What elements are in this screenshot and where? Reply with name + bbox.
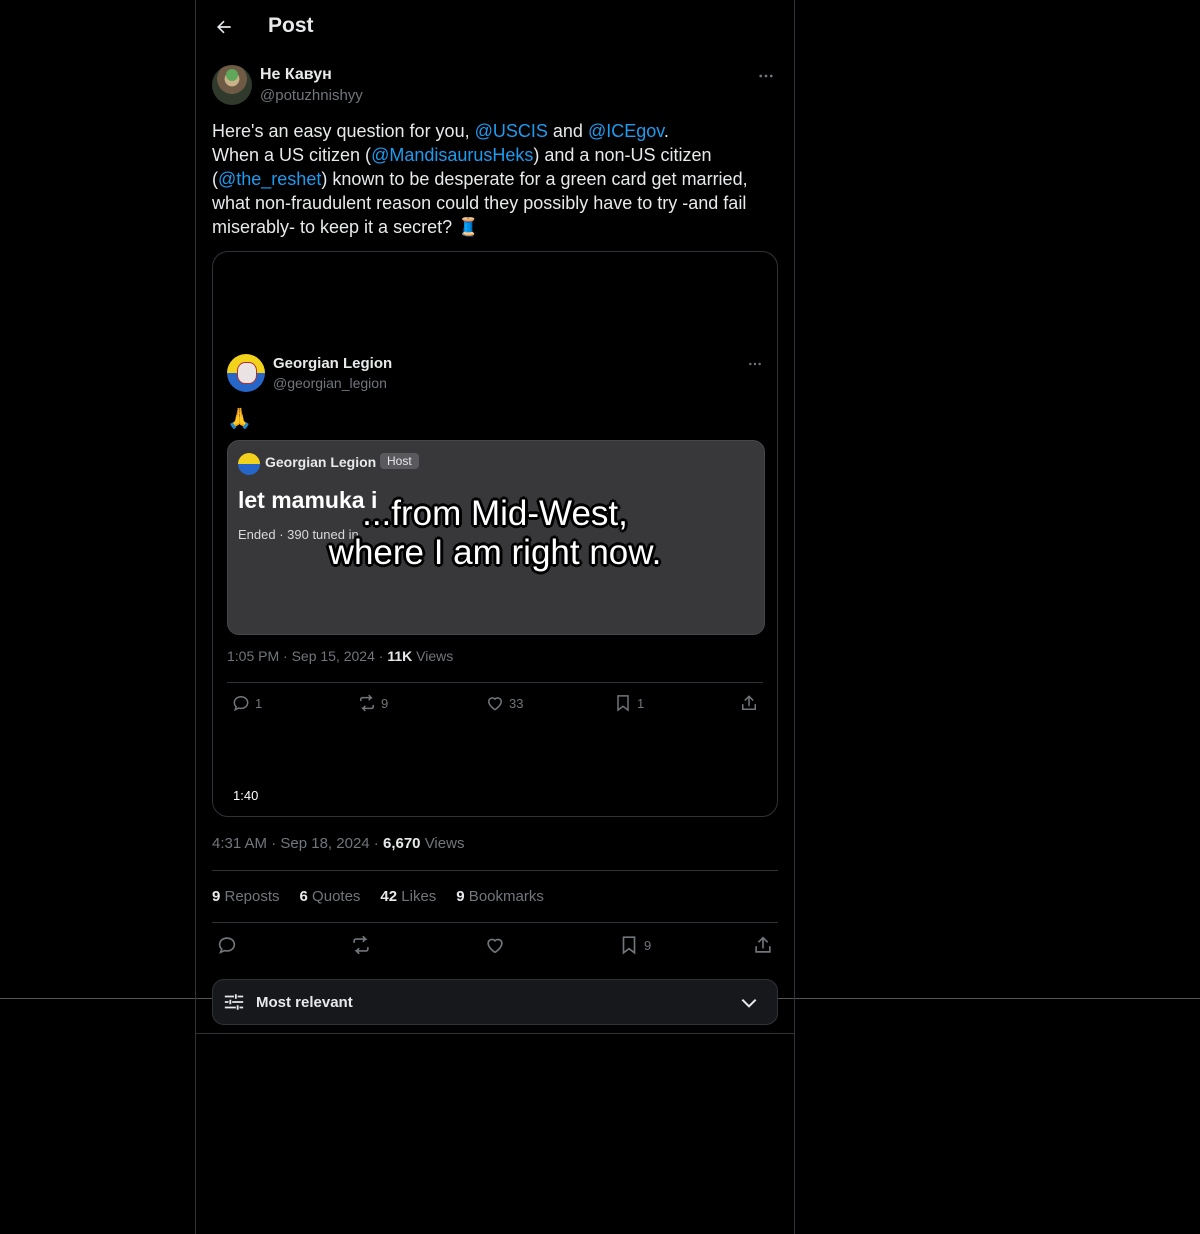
back-button[interactable] — [208, 11, 240, 43]
likes-label: Likes — [397, 888, 437, 905]
divider — [212, 870, 778, 871]
embedded-author-name: Georgian Legion — [273, 355, 393, 372]
embedded-bookmark: 1 — [613, 693, 644, 713]
embedded-reply: 1 — [231, 693, 262, 713]
embedded-more-icon — [743, 352, 767, 376]
bookmarks-count: 9 — [456, 888, 465, 905]
post-meta: 4:31 AM · Sep 18, 2024 · 6,670 Views — [212, 835, 464, 852]
more-button[interactable] — [754, 64, 778, 88]
post-text-segment: Here's an easy question for you, — [212, 121, 475, 141]
quotes-stat[interactable]: 6 Quotes — [300, 888, 361, 905]
quotes-count: 6 — [299, 888, 308, 905]
host-badge: Host — [380, 453, 419, 469]
video-player[interactable]: Georgian Legion @georgian_legion 🙏 Georg… — [212, 251, 778, 817]
space-host-name: Georgian Legion — [265, 454, 377, 470]
video-caption: ...from Mid-West, where I am right now. — [213, 494, 777, 572]
embedded-action-bar: 1 9 33 1 — [227, 693, 763, 717]
post-text-segment: . — [663, 121, 669, 141]
reply-icon — [231, 693, 251, 713]
share-button[interactable] — [752, 934, 774, 956]
chevron-down-icon — [739, 993, 759, 1013]
embedded-author-handle: @georgian_legion — [273, 375, 387, 391]
page-header: Post — [196, 0, 794, 54]
divider — [227, 682, 763, 683]
post-author: Не Кавун @potuzhnishyy — [212, 64, 778, 108]
post-text-segment: When a US citizen ( — [212, 145, 372, 165]
main-column: Post Не Кавун @potuzhnishyy Here's an ea… — [195, 0, 795, 1234]
repost-button[interactable] — [350, 934, 372, 956]
reposts-stat[interactable]: 9 Reposts — [212, 888, 280, 905]
embedded-post-meta: 1:05 PM · Sep 15, 2024 · 11K Views — [227, 648, 453, 664]
caption-line: where I am right now. — [328, 533, 662, 572]
more-horizontal-icon — [757, 67, 775, 85]
sort-replies-dropdown[interactable]: Most relevant — [212, 979, 778, 1025]
meta-separator: · — [369, 835, 383, 852]
author-handle[interactable]: @potuzhnishyy — [260, 87, 363, 104]
bookmark-button[interactable]: 9 — [618, 934, 651, 956]
author-name[interactable]: Не Кавун — [260, 66, 332, 84]
video-duration: 1:40 — [227, 786, 265, 805]
bookmark-count: 9 — [644, 937, 652, 953]
repost-icon — [350, 934, 372, 956]
embedded-repost-count: 9 — [381, 695, 389, 711]
mention-link[interactable]: @ICEgov — [588, 121, 664, 141]
embedded-like-count: 33 — [509, 695, 524, 711]
sort-label: Most relevant — [256, 994, 353, 1011]
embedded-emoji: 🙏 — [227, 408, 252, 430]
embedded-reply-count: 1 — [255, 695, 263, 711]
share-icon — [739, 693, 759, 713]
divider — [196, 1033, 794, 1034]
mention-link[interactable]: @USCIS — [475, 121, 548, 141]
avatar[interactable] — [212, 65, 252, 105]
views-label: Views — [420, 835, 465, 852]
reposts-label: Reposts — [220, 888, 280, 905]
embedded-avatar — [227, 354, 265, 392]
heart-icon — [484, 934, 506, 956]
embedded-timestamp: 1:05 PM · Sep 15, 2024 · — [227, 648, 388, 664]
caption-line: ...from Mid-West, — [362, 494, 628, 533]
video-frame: Georgian Legion @georgian_legion 🙏 Georg… — [213, 252, 777, 816]
action-bar: 9 — [212, 934, 778, 960]
repost-icon — [357, 693, 377, 713]
divider — [212, 922, 778, 923]
heart-icon — [485, 693, 505, 713]
likes-count: 42 — [380, 888, 398, 905]
bookmark-icon — [618, 934, 640, 956]
embedded-views-label: Views — [412, 648, 454, 664]
embedded-views-count: 11K — [387, 648, 413, 664]
bookmark-icon — [613, 693, 633, 713]
embedded-bookmark-count: 1 — [637, 695, 645, 711]
share-icon — [752, 934, 774, 956]
post-text: Here's an easy question for you, @USCIS … — [212, 119, 782, 239]
bookmarks-label: Bookmarks — [464, 888, 544, 905]
post-time[interactable]: 4:31 AM — [212, 835, 267, 852]
reply-icon — [216, 934, 238, 956]
post-text-segment: and — [547, 121, 588, 141]
thread-emoji: 🧵 — [457, 217, 480, 237]
embedded-like: 33 — [485, 693, 523, 713]
quotes-label: Quotes — [307, 888, 361, 905]
embedded-share — [739, 693, 759, 713]
views-count: 6,670 — [382, 835, 421, 852]
page-title: Post — [268, 14, 314, 37]
likes-stat[interactable]: 42 Likes — [380, 888, 436, 905]
engagement-stats: 9 Reposts 6 Quotes 42 Likes 9 Bookmarks — [212, 888, 544, 905]
mention-link[interactable]: @the_reshet — [218, 169, 321, 189]
meta-separator: · — [267, 835, 281, 852]
sliders-icon — [223, 991, 245, 1013]
embedded-repost: 9 — [357, 693, 388, 713]
post-date[interactable]: Sep 18, 2024 — [280, 835, 369, 852]
like-button[interactable] — [484, 934, 506, 956]
arrow-left-icon — [214, 17, 234, 37]
space-host-avatar — [238, 453, 260, 475]
reply-button[interactable] — [216, 934, 238, 956]
mention-link[interactable]: @MandisaurusHeks — [371, 145, 533, 165]
bookmarks-stat[interactable]: 9 Bookmarks — [456, 888, 544, 905]
